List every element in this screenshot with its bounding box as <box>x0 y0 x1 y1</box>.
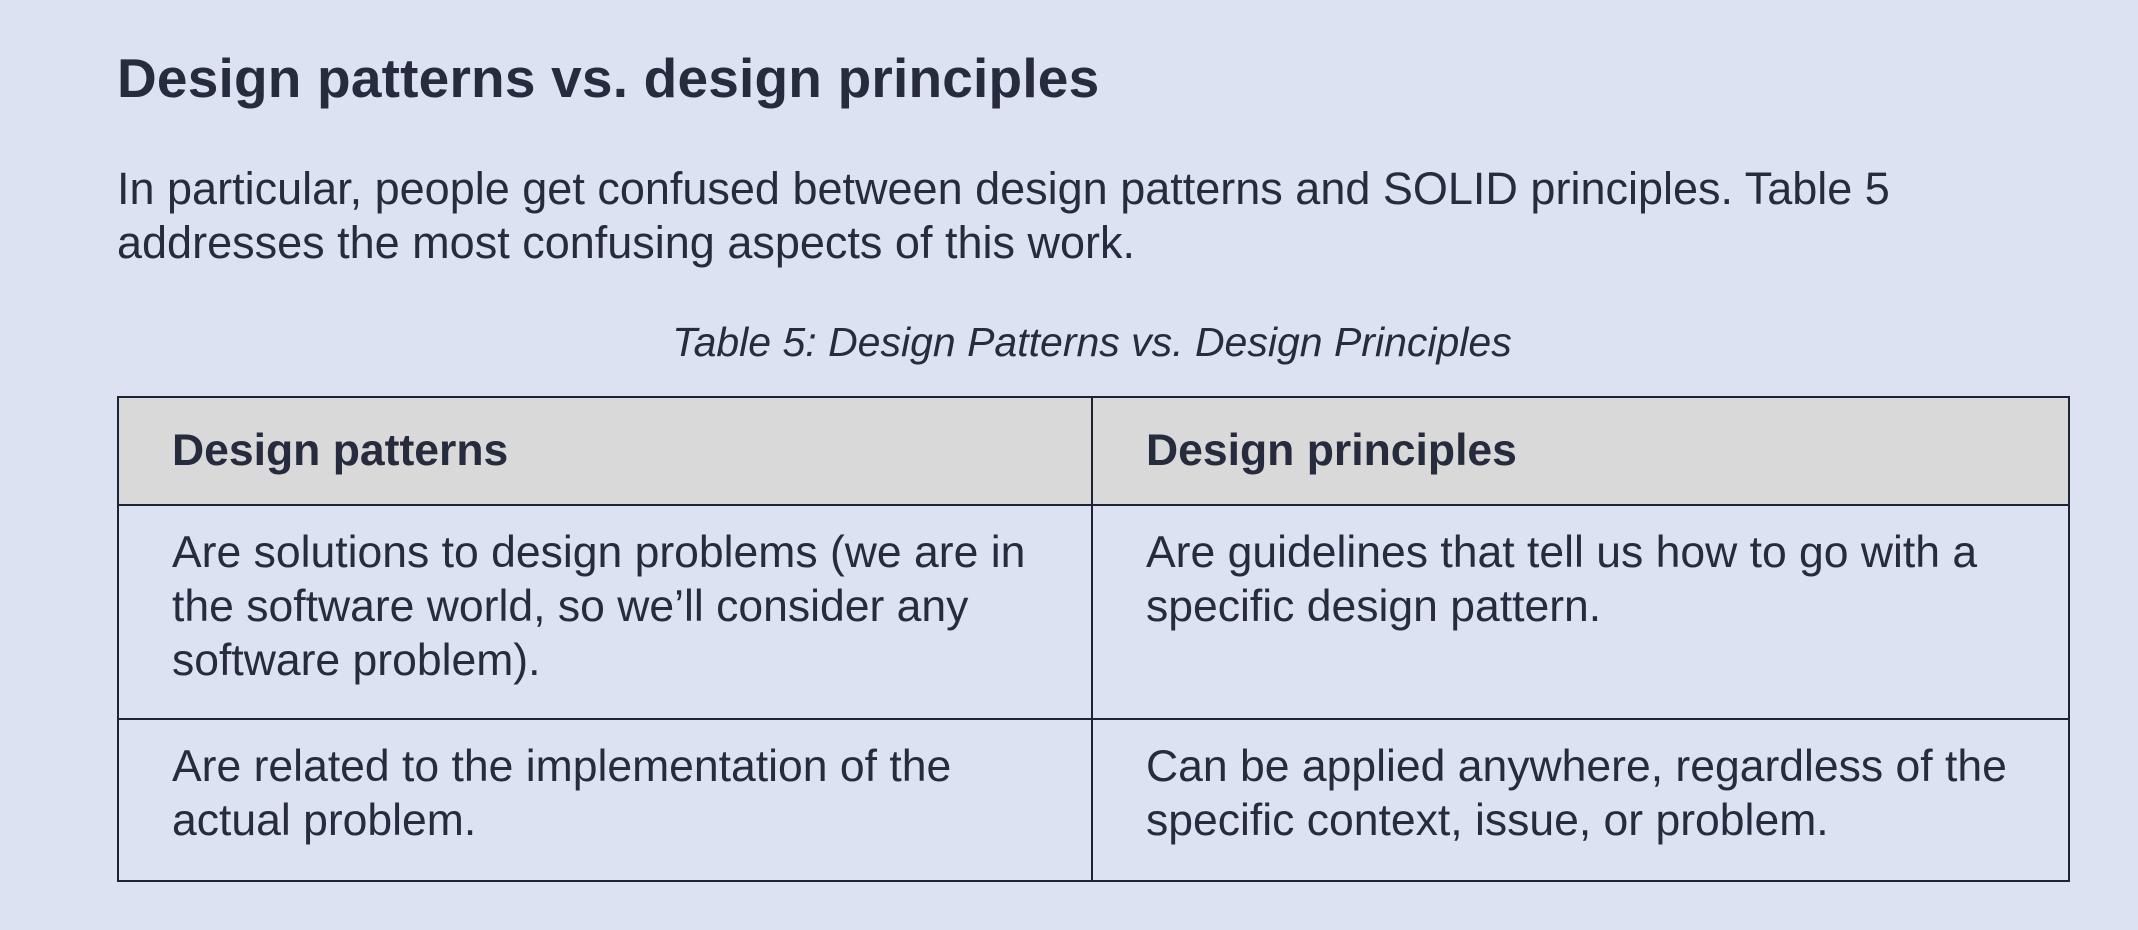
header-design-principles: Design principles <box>1091 396 2070 506</box>
table-cell-patterns: Are solutions to design problems (we are… <box>117 504 1093 720</box>
table-cell-patterns: Are related to the implementation of the… <box>117 718 1093 882</box>
table-cell-principles: Can be applied anywhere, regardless of t… <box>1091 718 2070 882</box>
table-row: Are solutions to design problems (we are… <box>117 504 2070 720</box>
table-header-row: Design patterns Design principles <box>117 396 2070 506</box>
intro-paragraph: In particular, people get confused betwe… <box>117 163 1890 268</box>
table-row: Are related to the implementation of the… <box>117 718 2070 882</box>
header-design-patterns: Design patterns <box>117 396 1093 506</box>
comparison-table: Design patterns Design principles Are so… <box>117 396 2070 882</box>
table-cell-principles: Are guidelines that tell us how to go wi… <box>1091 504 2070 720</box>
section-heading: Design patterns vs. design principles <box>117 47 1100 109</box>
table-caption: Table 5: Design Patterns vs. Design Prin… <box>672 319 1512 365</box>
